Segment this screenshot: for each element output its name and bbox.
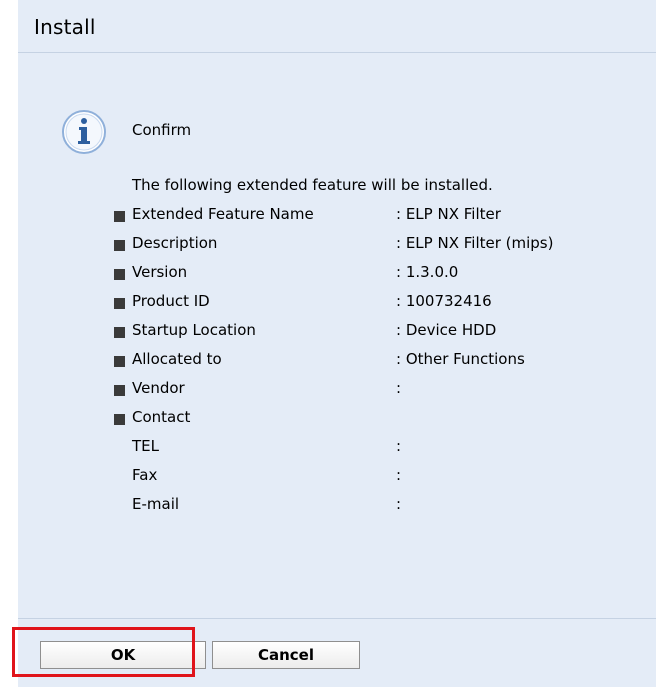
detail-value: : <box>396 437 402 455</box>
square-bullet-icon <box>114 327 125 338</box>
info-icon <box>62 110 106 154</box>
title-bar: Install <box>18 0 656 53</box>
install-dialog: Install Confirm The following extended f… <box>18 0 656 687</box>
square-bullet-icon <box>114 269 125 280</box>
detail-label: Version <box>132 263 188 281</box>
button-bar: OK Cancel <box>18 618 656 688</box>
confirm-label: Confirm <box>132 121 192 139</box>
detail-value: : Other Functions <box>396 350 525 368</box>
square-bullet-icon <box>114 211 125 222</box>
square-bullet-icon <box>114 356 125 367</box>
detail-label: Allocated to <box>132 350 222 368</box>
detail-value: : ELP NX Filter <box>396 205 501 223</box>
detail-value: : 1.3.0.0 <box>396 263 459 281</box>
detail-label: Fax <box>132 466 158 484</box>
square-bullet-icon <box>114 240 125 251</box>
intro-text: The following extended feature will be i… <box>132 176 493 194</box>
detail-label: E-mail <box>132 495 180 513</box>
detail-label: TEL <box>132 437 159 455</box>
detail-value: : ELP NX Filter (mips) <box>396 234 554 252</box>
detail-label: Description <box>132 234 218 252</box>
detail-value: : Device HDD <box>396 321 497 339</box>
detail-value: : <box>396 466 402 484</box>
dialog-title: Install <box>34 15 96 39</box>
detail-label: Startup Location <box>132 321 256 339</box>
square-bullet-icon <box>114 414 125 425</box>
square-bullet-icon <box>114 298 125 309</box>
detail-value: : 100732416 <box>396 292 492 310</box>
cancel-button[interactable]: Cancel <box>212 641 360 669</box>
detail-label: Vendor <box>132 379 185 397</box>
detail-label: Product ID <box>132 292 210 310</box>
square-bullet-icon <box>114 385 125 396</box>
ok-button[interactable]: OK <box>40 641 206 669</box>
detail-value: : <box>396 495 402 513</box>
detail-label: Contact <box>132 408 191 426</box>
detail-value: : <box>396 379 402 397</box>
detail-label: Extended Feature Name <box>132 205 314 223</box>
